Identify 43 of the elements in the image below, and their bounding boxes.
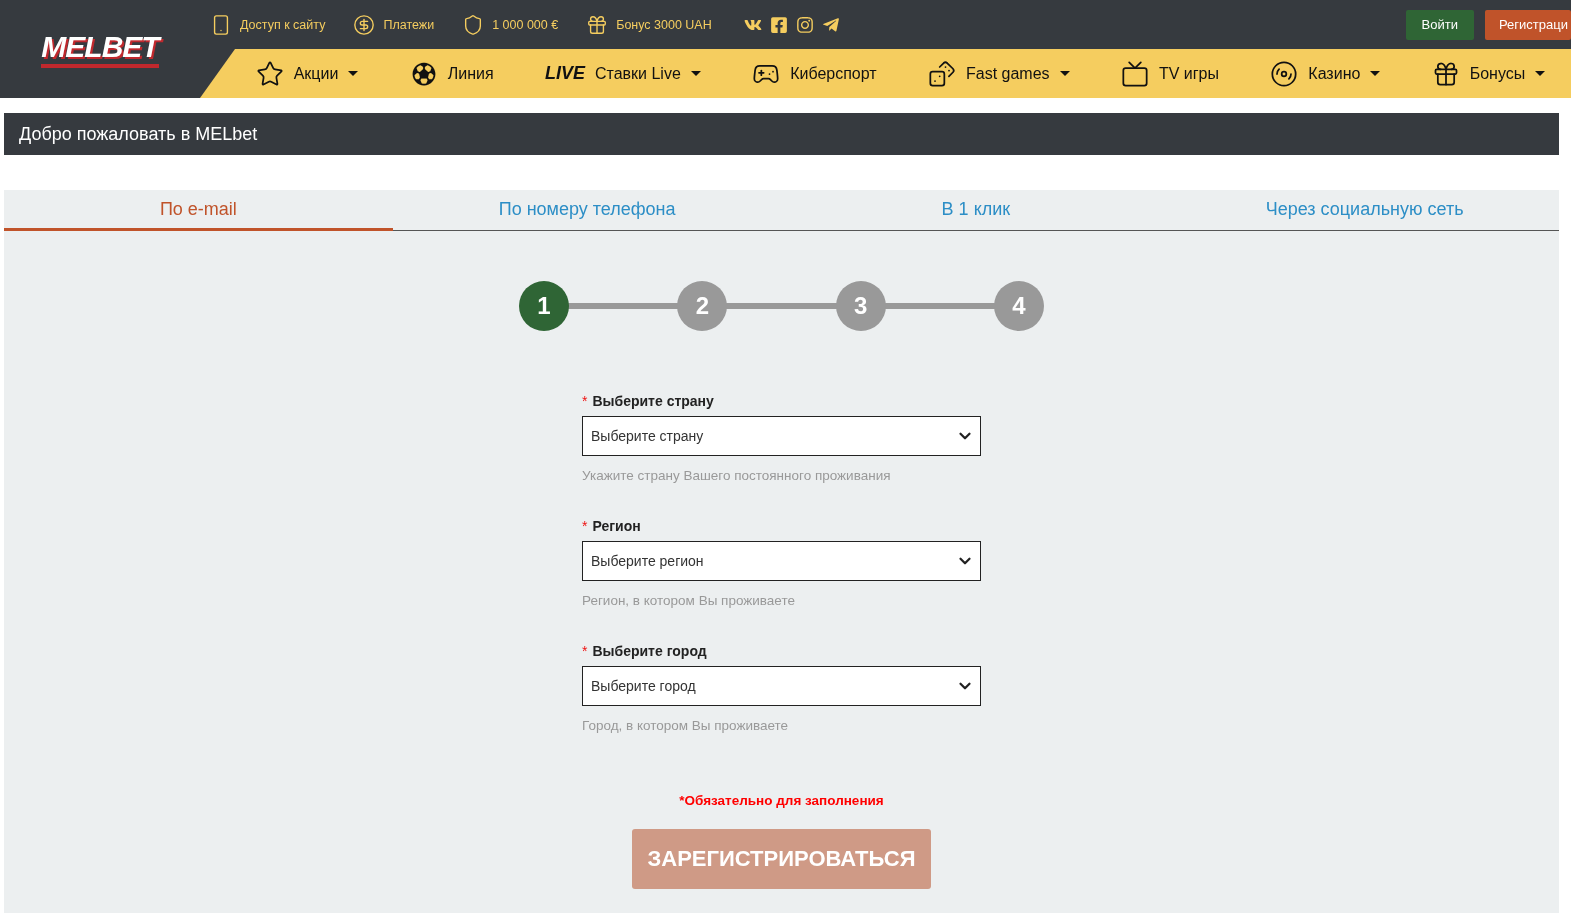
nav-item[interactable]: Линия xyxy=(409,59,494,88)
nav-item[interactable]: Акции xyxy=(255,59,359,88)
field-label: Выберите город xyxy=(592,643,707,659)
field-hint: Регион, в котором Вы проживаете xyxy=(582,593,796,608)
chip-icon xyxy=(1270,59,1299,88)
field-label: Регион xyxy=(592,518,641,534)
dollar-icon xyxy=(353,13,376,36)
field-label: Выберите страну xyxy=(592,393,714,409)
login-button[interactable]: Войти xyxy=(1405,9,1474,40)
field-hint: Укажите страну Вашего постоянного проживания xyxy=(582,468,892,483)
instagram-icon[interactable] xyxy=(795,15,814,34)
field-hint: Город, в котором Вы проживаете xyxy=(582,718,790,733)
required-mark: * xyxy=(582,393,588,409)
select-field[interactable]: Выберите страну xyxy=(582,416,981,456)
welcome-title: Добро пожаловать в MELbet xyxy=(4,113,1559,155)
top-link[interactable]: 1 000 000 € xyxy=(462,13,559,36)
select-field[interactable]: Выберите город xyxy=(582,666,981,706)
nav-item[interactable]: Fast games xyxy=(928,59,1070,88)
top-link[interactable]: Доступ к сайту xyxy=(210,13,326,36)
required-mark: * xyxy=(582,518,588,534)
telegram-icon[interactable] xyxy=(821,15,840,34)
select-field[interactable]: Выберите регион xyxy=(582,541,981,581)
gift-icon xyxy=(586,13,609,36)
star-icon xyxy=(255,59,284,88)
tab[interactable]: По e-mail xyxy=(4,190,393,231)
tv-icon xyxy=(1120,59,1149,88)
required-mark: * xyxy=(582,643,588,659)
step-circle: 2 xyxy=(677,281,728,331)
top-link[interactable]: Платежи xyxy=(353,13,435,36)
dice-icon xyxy=(928,59,956,88)
live-label: LIVE xyxy=(544,63,585,84)
nav-item[interactable]: Киберспорт xyxy=(752,59,877,88)
nav-item[interactable]: Казино xyxy=(1270,59,1381,88)
nav-item[interactable]: LIVE Ставки Live xyxy=(544,63,701,84)
step-circle: 1 xyxy=(519,281,569,331)
facebook-icon[interactable] xyxy=(769,15,788,34)
nav-item[interactable]: TV игры xyxy=(1120,59,1219,88)
register-button[interactable]: Регистраци xyxy=(1485,9,1571,40)
nav-item[interactable]: Бонусы xyxy=(1431,59,1546,88)
top-link[interactable]: Бонус 3000 UAH xyxy=(586,13,712,36)
required-note: *Обязательно для заполнения xyxy=(679,793,884,808)
step-circle: 3 xyxy=(835,281,886,331)
step-circle: 4 xyxy=(994,281,1044,331)
